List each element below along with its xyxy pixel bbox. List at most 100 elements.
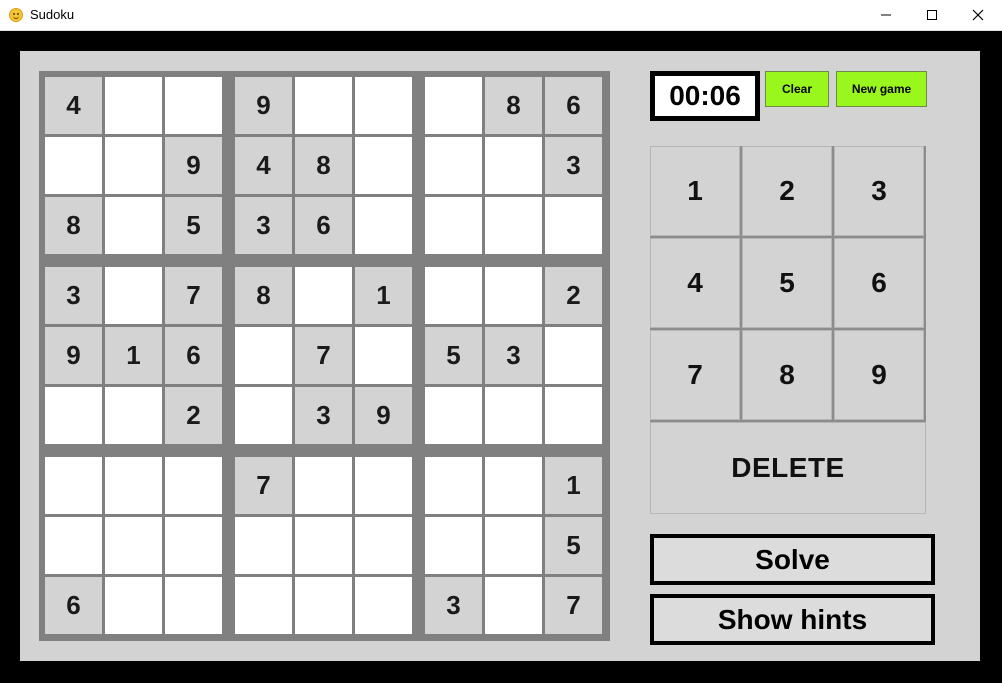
board-cell[interactable]: 4	[45, 77, 102, 134]
board-cell[interactable]	[355, 517, 412, 574]
board-cell[interactable]	[165, 457, 222, 514]
board-cell[interactable]: 6	[545, 77, 602, 134]
number-key[interactable]: 8	[742, 330, 832, 420]
board-cell[interactable]: 3	[485, 327, 542, 384]
board-cell[interactable]	[105, 387, 162, 444]
board-cell[interactable]	[295, 267, 352, 324]
board-cell[interactable]: 9	[235, 77, 292, 134]
board-cell[interactable]: 5	[425, 327, 482, 384]
board-cell[interactable]	[545, 327, 602, 384]
board-cell[interactable]	[105, 137, 162, 194]
board-cell[interactable]: 3	[425, 577, 482, 634]
board-cell[interactable]: 6	[45, 577, 102, 634]
close-button[interactable]	[955, 0, 1001, 30]
board-cell[interactable]	[485, 387, 542, 444]
board-cell[interactable]: 1	[355, 267, 412, 324]
board-cell[interactable]	[425, 387, 482, 444]
new-game-button[interactable]: New game	[836, 71, 927, 107]
board-cell[interactable]: 8	[485, 77, 542, 134]
board-cell[interactable]	[105, 197, 162, 254]
board-cell[interactable]: 1	[545, 457, 602, 514]
board-cell[interactable]	[165, 77, 222, 134]
board-cell[interactable]	[45, 387, 102, 444]
board-cell[interactable]: 3	[45, 267, 102, 324]
board-cell[interactable]	[295, 577, 352, 634]
board-cell[interactable]	[235, 327, 292, 384]
board-cell[interactable]	[485, 517, 542, 574]
board-cell[interactable]	[45, 137, 102, 194]
board-cell[interactable]	[545, 197, 602, 254]
board-cell[interactable]: 1	[105, 327, 162, 384]
board-cell[interactable]: 2	[165, 387, 222, 444]
board-cell[interactable]	[425, 137, 482, 194]
board-cell[interactable]	[105, 77, 162, 134]
number-pad: DELETE 123 456 789	[650, 146, 926, 514]
board-cell[interactable]	[485, 577, 542, 634]
board-cell[interactable]	[295, 457, 352, 514]
number-key[interactable]: 2	[742, 146, 832, 236]
board-cell[interactable]: 8	[235, 267, 292, 324]
board-cell[interactable]: 7	[295, 327, 352, 384]
board-cell[interactable]	[485, 457, 542, 514]
board-cell[interactable]	[295, 77, 352, 134]
board-cell[interactable]: 9	[45, 327, 102, 384]
board-cell[interactable]: 8	[45, 197, 102, 254]
window-title: Sudoku	[30, 7, 75, 22]
board-cell[interactable]: 6	[295, 197, 352, 254]
board-cell[interactable]	[45, 517, 102, 574]
board-cell[interactable]	[485, 137, 542, 194]
board-cell[interactable]	[485, 197, 542, 254]
board-cell[interactable]	[235, 577, 292, 634]
board-cell[interactable]	[355, 457, 412, 514]
board-cell[interactable]	[235, 387, 292, 444]
board-cell[interactable]: 2	[545, 267, 602, 324]
board-cell[interactable]: 5	[545, 517, 602, 574]
number-key[interactable]: 1	[650, 146, 740, 236]
board-cell[interactable]	[105, 517, 162, 574]
show-hints-button[interactable]: Show hints	[650, 594, 935, 645]
board-cell[interactable]	[355, 197, 412, 254]
board-cell[interactable]	[295, 517, 352, 574]
board-cell[interactable]: 9	[355, 387, 412, 444]
board-cell[interactable]: 3	[235, 197, 292, 254]
board-cell[interactable]	[425, 267, 482, 324]
number-key[interactable]: 7	[650, 330, 740, 420]
delete-button[interactable]: DELETE	[650, 422, 926, 514]
board-cell[interactable]	[355, 77, 412, 134]
number-key[interactable]: 3	[834, 146, 924, 236]
board-cell[interactable]: 3	[545, 137, 602, 194]
board-cell[interactable]: 8	[295, 137, 352, 194]
board-cell[interactable]	[425, 197, 482, 254]
number-key[interactable]: 4	[650, 238, 740, 328]
board-cell[interactable]: 6	[165, 327, 222, 384]
board-cell[interactable]	[425, 77, 482, 134]
board-cell[interactable]: 7	[235, 457, 292, 514]
board-cell[interactable]	[105, 577, 162, 634]
board-cell[interactable]	[425, 517, 482, 574]
number-key[interactable]: 6	[834, 238, 924, 328]
board-cell[interactable]	[165, 577, 222, 634]
board-cell[interactable]	[485, 267, 542, 324]
solve-button[interactable]: Solve	[650, 534, 935, 585]
board-cell[interactable]	[355, 327, 412, 384]
minimize-button[interactable]	[863, 0, 909, 30]
board-cell[interactable]	[165, 517, 222, 574]
board-cell[interactable]: 7	[545, 577, 602, 634]
board-cell[interactable]: 5	[165, 197, 222, 254]
number-key[interactable]: 9	[834, 330, 924, 420]
maximize-button[interactable]	[909, 0, 955, 30]
board-cell[interactable]	[105, 457, 162, 514]
board-cell[interactable]: 7	[165, 267, 222, 324]
board-cell[interactable]	[355, 577, 412, 634]
board-cell[interactable]	[105, 267, 162, 324]
board-cell[interactable]	[355, 137, 412, 194]
number-key[interactable]: 5	[742, 238, 832, 328]
board-cell[interactable]	[45, 457, 102, 514]
board-cell[interactable]: 9	[165, 137, 222, 194]
board-cell[interactable]	[235, 517, 292, 574]
board-cell[interactable]: 3	[295, 387, 352, 444]
clear-button[interactable]: Clear	[765, 71, 829, 107]
board-cell[interactable]	[425, 457, 482, 514]
board-cell[interactable]	[545, 387, 602, 444]
board-cell[interactable]: 4	[235, 137, 292, 194]
